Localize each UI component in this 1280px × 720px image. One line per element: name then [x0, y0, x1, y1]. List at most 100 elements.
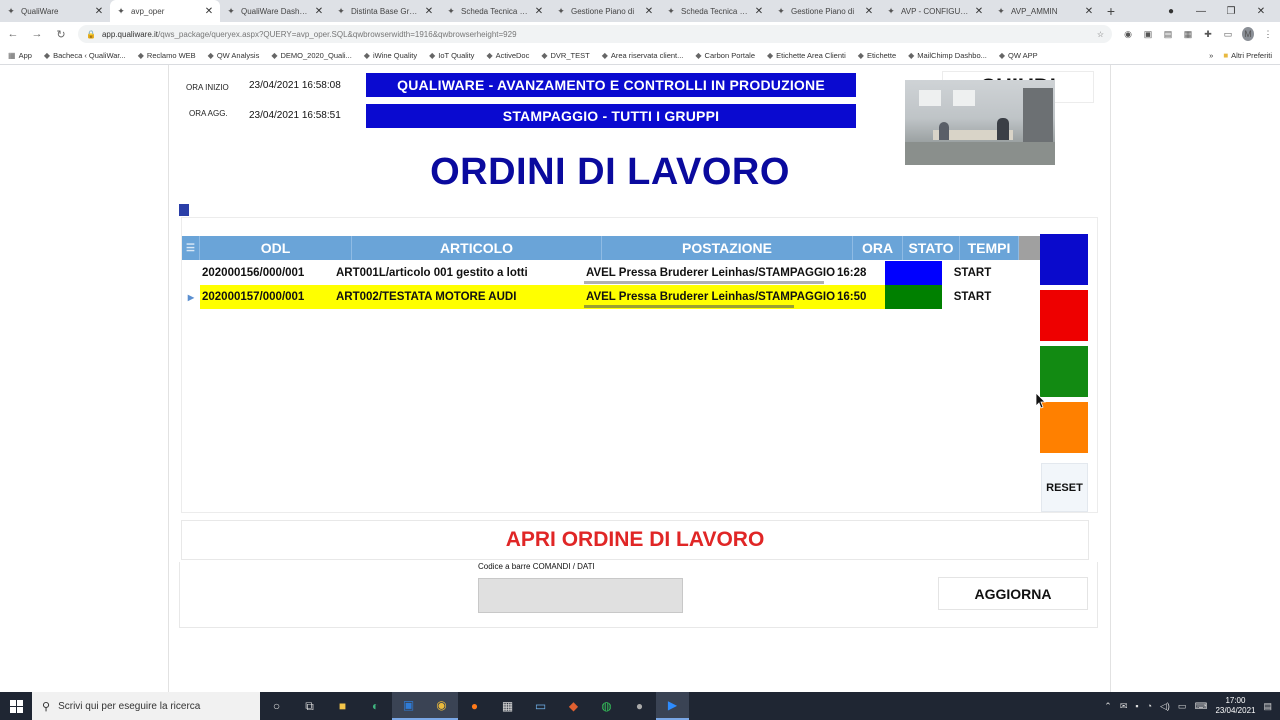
barcode-input[interactable]: [478, 578, 683, 613]
bookmark-item[interactable]: ◆ iWine Quality: [364, 51, 417, 60]
taskbar-search[interactable]: ⚲ Scrivi qui per eseguire la ricerca: [32, 692, 260, 720]
outlook-icon[interactable]: ▣: [392, 692, 425, 720]
column-header-tempi[interactable]: TEMPI: [960, 236, 1019, 260]
tray-chevron-up-icon[interactable]: ⌃: [1104, 701, 1112, 712]
column-header-postazione[interactable]: POSTAZIONE: [602, 236, 853, 260]
bookmark-item[interactable]: ◆ Carbon Portale: [695, 51, 755, 60]
close-window-icon[interactable]: ✕: [1248, 6, 1274, 17]
extension-icon[interactable]: ◉: [1122, 29, 1134, 40]
browser-tab[interactable]: ✦ Gestione Piano di ✕: [770, 0, 880, 22]
open-order-button[interactable]: APRI ORDINE DI LAVORO: [181, 520, 1089, 560]
grid-menu-icon[interactable]: ☰: [182, 236, 200, 260]
browser-tab[interactable]: ✦ AVP_AMMIN ✕: [990, 0, 1100, 22]
cast-icon[interactable]: ▭: [1222, 29, 1234, 40]
bookmark-item[interactable]: ◆ MailChimp Dashbo...: [908, 51, 987, 60]
puzzle-icon[interactable]: ✚: [1202, 29, 1214, 40]
bookmark-star-icon[interactable]: ☆: [1097, 30, 1104, 39]
extension-icon[interactable]: ▦: [1182, 29, 1194, 40]
tray-keyboard-icon[interactable]: ⌨: [1194, 701, 1207, 712]
browser-tab[interactable]: ✦ Distinta Base Grafica ✕: [330, 0, 440, 22]
status-blue-button[interactable]: [1040, 234, 1088, 285]
task-view-icon[interactable]: ⧉: [293, 692, 326, 720]
bookmark-item[interactable]: ◆ QW Analysis: [208, 51, 260, 60]
bookmark-item[interactable]: ◆ Bacheca ‹ QualiWar...: [44, 51, 126, 60]
bookmark-item[interactable]: ◆ Reclamo WEB: [138, 51, 196, 60]
tray-app-icon[interactable]: ▪: [1135, 701, 1138, 711]
profile-avatar[interactable]: M: [1242, 27, 1254, 41]
tray-volume-icon[interactable]: ◁): [1160, 701, 1170, 712]
taskbar-clock[interactable]: 17:00 23/04/2021: [1215, 696, 1255, 716]
bookmark-item[interactable]: ◆ ActiveDoc: [486, 51, 529, 60]
extension-icon[interactable]: ▤: [1162, 29, 1174, 40]
table-row[interactable]: ▶ 202000157/000/001 ART002/TESTATA MOTOR…: [182, 285, 1001, 309]
new-tab-button[interactable]: +: [1100, 0, 1122, 22]
bookmark-item[interactable]: ▦ App: [8, 51, 32, 60]
reload-icon[interactable]: ↻: [54, 28, 68, 41]
tab-close-icon[interactable]: ✕: [974, 6, 984, 17]
tab-close-icon[interactable]: ✕: [424, 6, 434, 17]
browser-tab[interactable]: ✦ AVP - CONFIGURA ✕: [880, 0, 990, 22]
start-button[interactable]: START: [942, 285, 1001, 309]
windows-start-button[interactable]: [0, 692, 32, 720]
chevron-right-icon[interactable]: »: [1209, 51, 1213, 60]
column-header-ora[interactable]: ORA: [853, 236, 903, 260]
bookmark-item[interactable]: ◆ QW APP: [999, 51, 1038, 60]
whatsapp-icon[interactable]: ◍: [590, 692, 623, 720]
bookmark-item[interactable]: ◆ Area riservata client...: [602, 51, 684, 60]
tab-close-icon[interactable]: ✕: [644, 6, 654, 17]
reset-button[interactable]: RESET: [1041, 463, 1088, 512]
back-icon[interactable]: ←: [6, 28, 20, 40]
extension-icon[interactable]: ▣: [1142, 29, 1154, 40]
tab-close-icon[interactable]: ✕: [534, 6, 544, 17]
url-field[interactable]: 🔒 app.qualiware.it/qws_package/queryex.a…: [78, 25, 1112, 43]
browser-tab[interactable]: ✦ QualiWare Dashboard ✕: [220, 0, 330, 22]
browser-tab[interactable]: ✦ Gestione Piano di ✕: [550, 0, 660, 22]
notepad-icon[interactable]: ▭: [524, 692, 557, 720]
bookmark-item[interactable]: ◆ DVR_TEST: [541, 51, 589, 60]
bookmark-item[interactable]: ◆ Etichette Area Clienti: [767, 51, 846, 60]
browser-tab[interactable]: ✦ QualiWare ✕: [0, 0, 110, 22]
tab-search-icon[interactable]: ●: [1158, 6, 1184, 17]
zoom-icon[interactable]: ▶: [656, 692, 689, 720]
browser-tab[interactable]: ✦ avp_oper ✕: [110, 0, 220, 22]
column-header-articolo[interactable]: ARTICOLO: [352, 236, 602, 260]
edge-icon[interactable]: ◐: [359, 692, 392, 720]
tab-close-icon[interactable]: ✕: [864, 6, 874, 17]
cell-stato-color: [885, 285, 942, 309]
column-header-odl[interactable]: ODL: [200, 236, 352, 260]
status-red-button[interactable]: [1040, 290, 1088, 341]
tab-close-icon[interactable]: ✕: [94, 6, 104, 17]
minimize-icon[interactable]: —: [1188, 6, 1214, 17]
app-icon[interactable]: ◆: [557, 692, 590, 720]
menu-kebab-icon[interactable]: ⋮: [1262, 29, 1274, 40]
bookmark-item[interactable]: ◆ DEMO_2020_Quali...: [271, 51, 351, 60]
calculator-icon[interactable]: ▦: [491, 692, 524, 720]
bookmark-item[interactable]: ◆ Etichette: [858, 51, 896, 60]
status-green-button[interactable]: [1040, 346, 1088, 397]
status-orange-button[interactable]: [1040, 402, 1088, 453]
notifications-icon[interactable]: ▤: [1263, 701, 1272, 712]
browser-tab[interactable]: ✦ Scheda Tecnica Prodotto ✕: [660, 0, 770, 22]
other-bookmarks[interactable]: ■ Altri Preferiti: [1223, 51, 1272, 60]
cortana-icon[interactable]: ○: [260, 692, 293, 720]
tab-close-icon[interactable]: ✕: [204, 6, 214, 17]
tray-mail-icon[interactable]: ✉: [1120, 701, 1128, 712]
update-button[interactable]: AGGIORNA: [938, 577, 1088, 610]
apple-icon[interactable]: ●: [623, 692, 656, 720]
file-explorer-icon[interactable]: ■: [326, 692, 359, 720]
tray-display-icon[interactable]: ▭: [1178, 701, 1187, 712]
table-row[interactable]: 202000156/000/001 ART001L/articolo 001 g…: [182, 261, 1001, 285]
restore-icon[interactable]: ❐: [1218, 6, 1244, 17]
chrome-icon[interactable]: ◉: [425, 692, 458, 720]
tab-close-icon[interactable]: ✕: [314, 6, 324, 17]
bookmark-item[interactable]: ◆ IoT Quality: [429, 51, 474, 60]
start-button[interactable]: START: [942, 261, 1001, 285]
tab-close-icon[interactable]: ✕: [754, 6, 764, 17]
forward-icon[interactable]: →: [30, 28, 44, 40]
tray-network-icon[interactable]: ◔: [1147, 701, 1152, 711]
tab-label: QualiWare Dashboard: [241, 6, 309, 16]
browser-tab[interactable]: ✦ Scheda Tecnica Prodotto ✕: [440, 0, 550, 22]
column-header-stato[interactable]: STATO: [903, 236, 960, 260]
tab-close-icon[interactable]: ✕: [1084, 6, 1094, 17]
firefox-icon[interactable]: ●: [458, 692, 491, 720]
